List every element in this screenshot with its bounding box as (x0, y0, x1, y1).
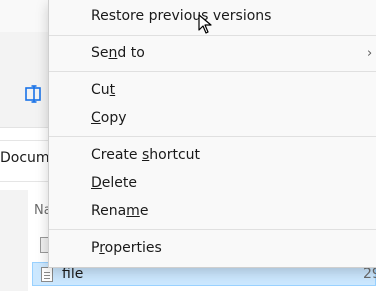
navigation-pane (0, 190, 28, 291)
menu-item-label: Rename (91, 203, 149, 219)
menu-separator (49, 229, 376, 230)
menu-item-label: Copy (91, 110, 127, 126)
menu-item-copy[interactable]: Copy (49, 106, 376, 132)
chevron-right-icon: › (367, 46, 373, 61)
menu-item-label: Cut (91, 82, 116, 98)
menu-item-send-to[interactable]: Send to › (49, 41, 376, 67)
mouse-pointer-icon (198, 14, 212, 34)
file-name: file (62, 266, 84, 282)
menu-separator (49, 71, 376, 72)
context-menu: Restore previous versions Send to › Cut … (48, 0, 376, 268)
rename-icon[interactable] (24, 84, 44, 104)
menu-item-label: Restore previous versions (91, 8, 272, 24)
menu-item-delete[interactable]: Delete (49, 171, 376, 197)
menu-item-label: Delete (91, 175, 137, 191)
menu-item-label: Send to (91, 45, 145, 61)
text-file-icon (41, 267, 53, 282)
menu-item-rename[interactable]: Rename (49, 199, 376, 225)
menu-separator (49, 136, 376, 137)
menu-item-cut[interactable]: Cut (49, 78, 376, 104)
menu-item-create-shortcut[interactable]: Create shortcut (49, 143, 376, 169)
menu-item-properties[interactable]: Properties (49, 236, 376, 262)
menu-item-label: Properties (91, 240, 162, 256)
menu-item-label: Create shortcut (91, 147, 201, 163)
file-size: 29 (363, 266, 376, 282)
